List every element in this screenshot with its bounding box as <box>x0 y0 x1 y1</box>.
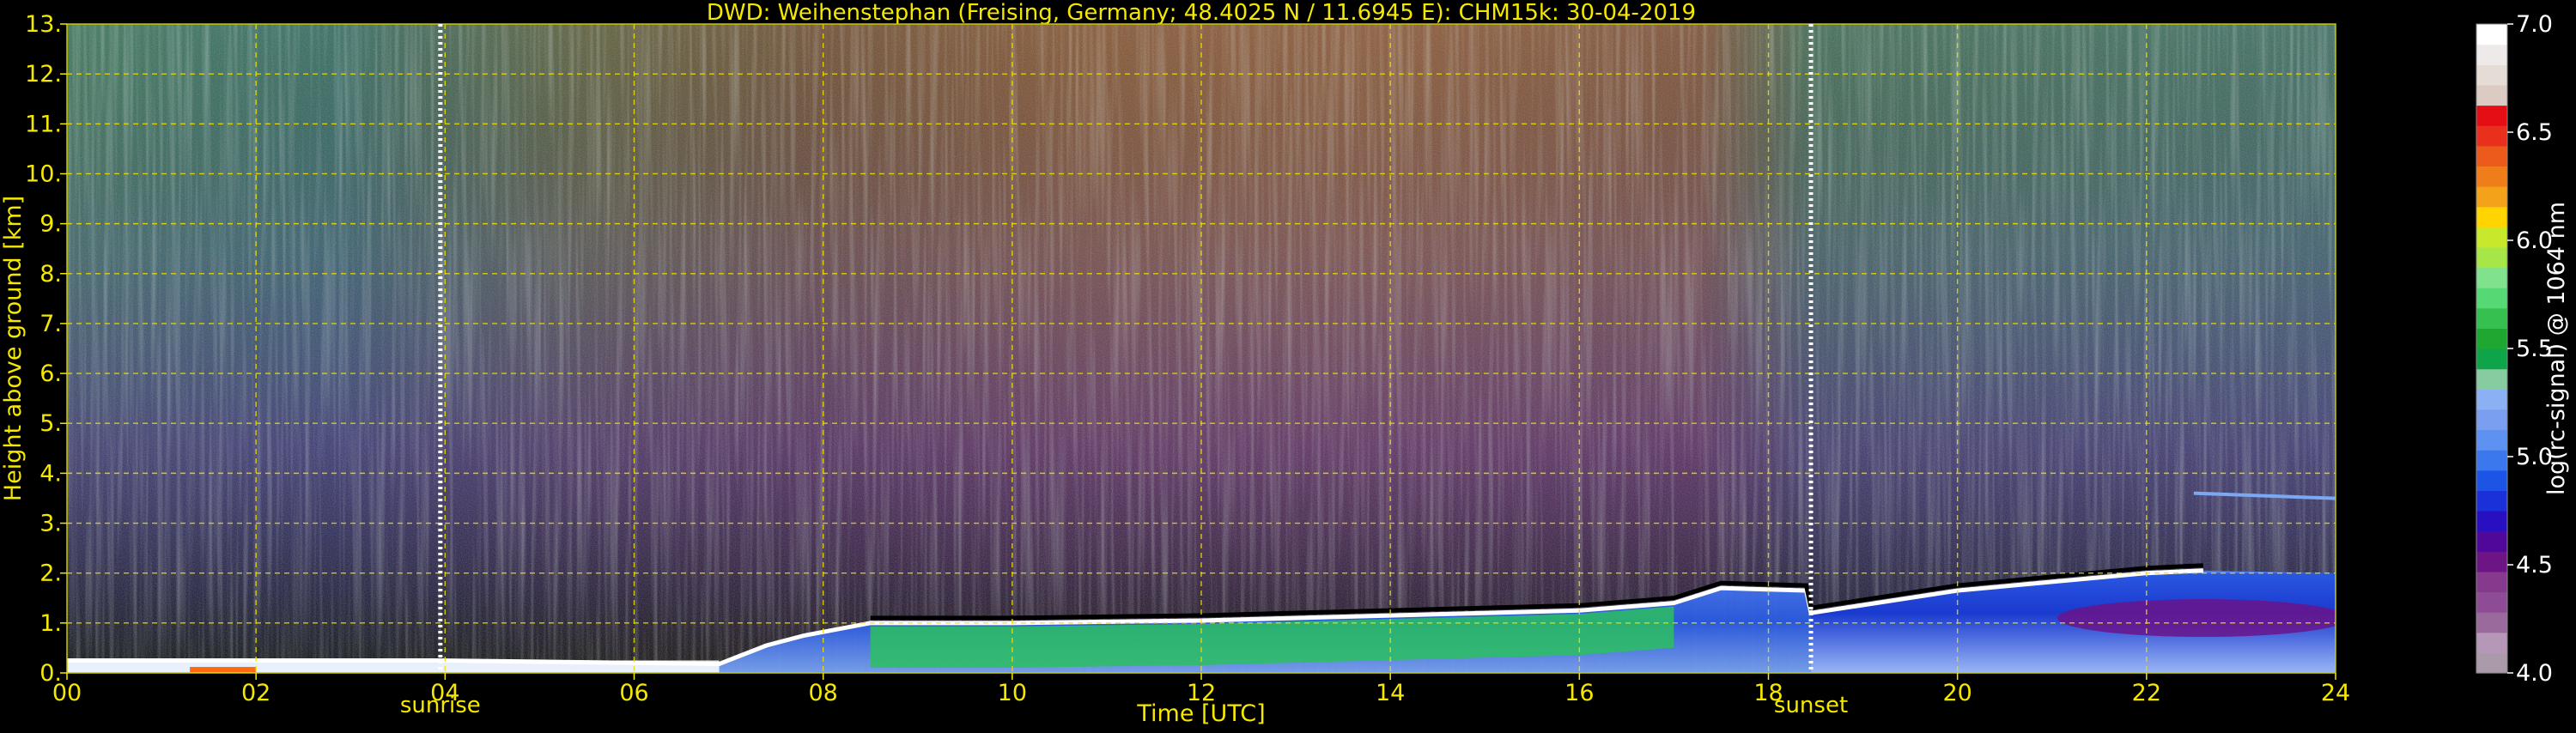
surface-layer-hotspot <box>190 667 257 673</box>
colorbar-tick-label: 6.5 <box>2516 119 2553 146</box>
colorbar-segment <box>2476 551 2507 572</box>
x-tick-label: 24 <box>2321 680 2350 706</box>
colorbar-segment <box>2476 389 2507 410</box>
y-tick-label: 11. <box>25 111 62 137</box>
colorbar-segment <box>2476 145 2507 167</box>
colorbar-segment <box>2476 125 2507 147</box>
colorbar-segment <box>2476 368 2507 390</box>
colorbar-segment <box>2476 246 2507 269</box>
colorbar-segment <box>2476 307 2507 329</box>
y-tick-label: 3. <box>39 511 62 537</box>
y-tick-label: 4. <box>39 460 62 487</box>
y-axis: 0. 1. 2. 3. 4. 5. 6. 7. 8. 9. 10. 11. 12. 13. <box>25 11 67 687</box>
colorbar-segment <box>2476 511 2507 532</box>
sunrise-label: sunrise <box>400 693 481 718</box>
colorbar-segment <box>2476 469 2507 491</box>
x-tick-label: 08 <box>808 680 837 706</box>
colorbar-segment <box>2476 409 2507 431</box>
colorbar-segment <box>2476 632 2507 653</box>
colorbar-segment <box>2476 267 2507 288</box>
colorbar-segment <box>2476 84 2507 106</box>
x-tick-label: 14 <box>1376 680 1405 706</box>
y-axis-label: Height above ground [km] <box>0 196 27 501</box>
y-tick-label: 12. <box>25 61 62 88</box>
colorbar-segment <box>2476 530 2507 552</box>
colorbar-segment <box>2476 44 2507 65</box>
colorbar-tick-label: 4.0 <box>2516 660 2553 687</box>
colorbar-segment <box>2476 348 2507 370</box>
colorbar-tick-label: 4.5 <box>2516 552 2553 579</box>
ceilometer-chart: DWD: Weihenstephan (Freising, Germany; 4… <box>0 0 2576 730</box>
colorbar-tick-label: 7.0 <box>2516 11 2553 38</box>
colorbar-segment <box>2476 166 2507 187</box>
chart-svg: DWD: Weihenstephan (Freising, Germany; 4… <box>0 0 2570 727</box>
y-tick-label: 10. <box>25 161 62 187</box>
colorbar-segment <box>2476 490 2507 512</box>
colorbar-segment <box>2476 105 2507 126</box>
colorbar: 4.04.55.05.56.06.57.0 <box>2476 11 2553 687</box>
x-tick-label: 22 <box>2132 680 2161 706</box>
y-tick-label: 5. <box>39 410 62 437</box>
surface-layer <box>67 660 720 673</box>
colorbar-segment <box>2476 288 2507 309</box>
x-axis-label: Time [UTC] <box>1136 700 1265 727</box>
colorbar-segment <box>2476 328 2507 349</box>
colorbar-segment <box>2476 64 2507 86</box>
x-tick-label: 20 <box>1942 680 1971 706</box>
y-tick-label: 13. <box>25 11 62 38</box>
y-tick-label: 6. <box>39 360 62 387</box>
colorbar-segment <box>2476 24 2507 45</box>
sunset-label: sunset <box>1774 693 1848 718</box>
colorbar-segment <box>2476 206 2507 227</box>
plot-area <box>67 24 2336 673</box>
y-tick-label: 1. <box>39 610 62 637</box>
colorbar-segment <box>2476 571 2507 593</box>
colorbar-segment <box>2476 186 2507 208</box>
y-tick-label: 2. <box>39 560 62 587</box>
y-tick-label: 9. <box>39 211 62 238</box>
colorbar-segment <box>2476 429 2507 451</box>
x-tick-label: 10 <box>998 680 1027 706</box>
colorbar-segment <box>2476 227 2507 248</box>
colorbar-segment <box>2476 612 2507 633</box>
chart-title: DWD: Weihenstephan (Freising, Germany; 4… <box>707 0 1696 26</box>
y-tick-label: 8. <box>39 261 62 288</box>
y-tick-label: 7. <box>39 311 62 337</box>
colorbar-segment <box>2476 450 2507 471</box>
night-layer-core <box>2057 599 2336 638</box>
x-tick-label: 16 <box>1564 680 1594 706</box>
y-tick-label: 0. <box>39 660 62 687</box>
colorbar-label: log(rc-signal) @ 1064 nm <box>2543 202 2570 495</box>
x-tick-label: 02 <box>241 680 270 706</box>
colorbar-segment <box>2476 652 2507 674</box>
x-tick-label: 06 <box>619 680 648 706</box>
colorbar-segment <box>2476 591 2507 613</box>
